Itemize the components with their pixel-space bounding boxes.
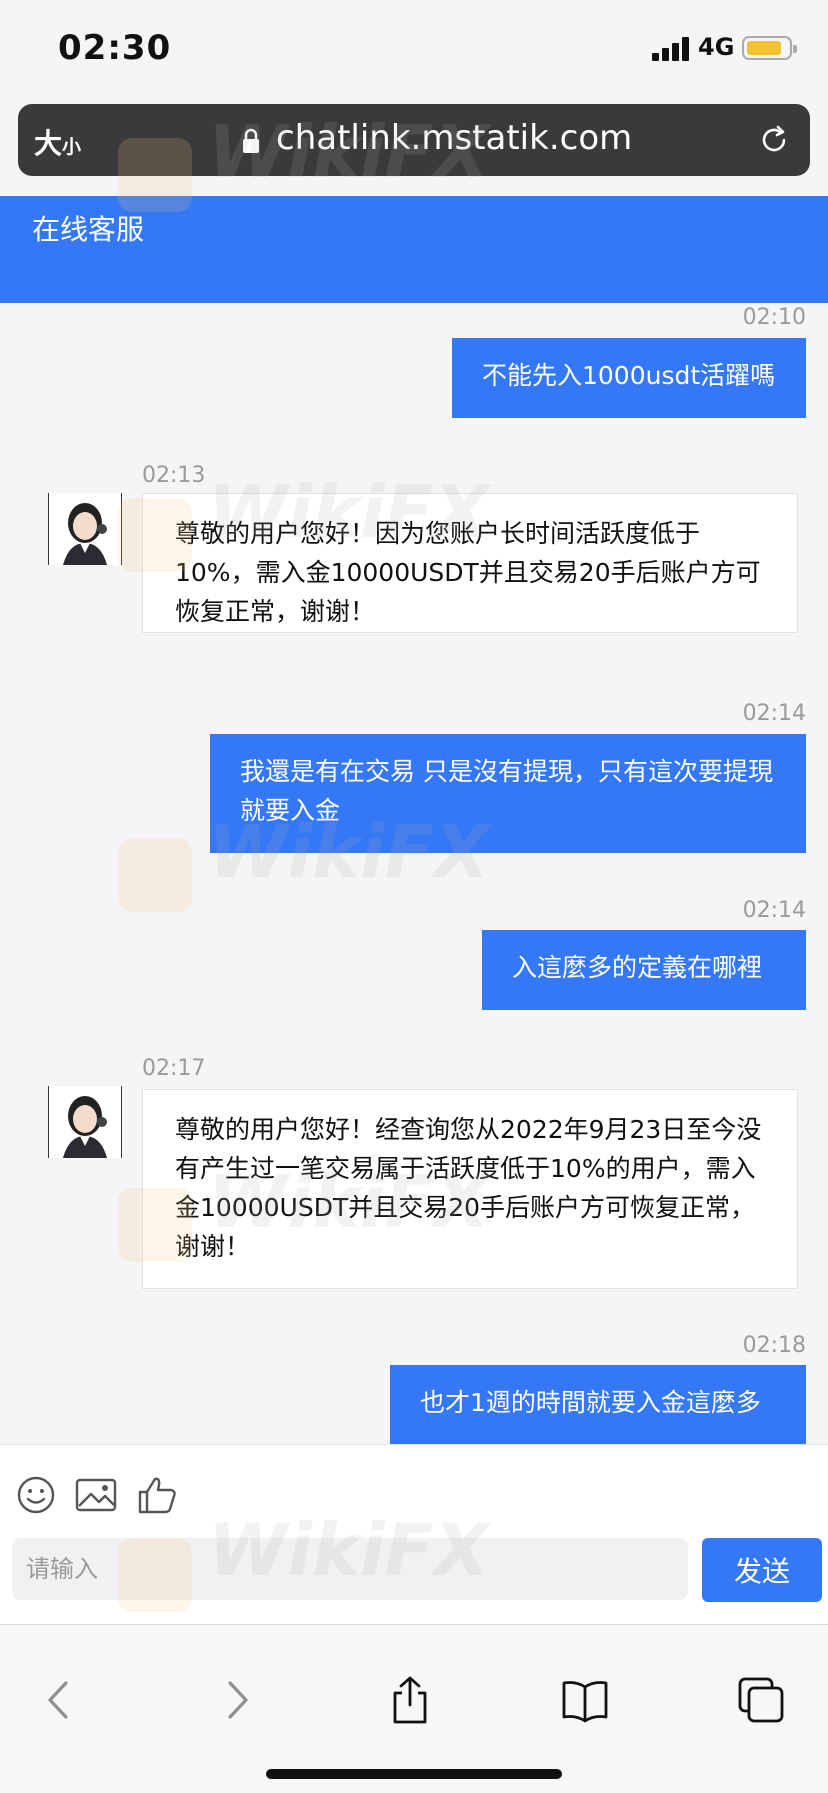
message-time: 02:14 xyxy=(742,898,806,923)
status-bar: 02:30 4G xyxy=(0,0,828,100)
outgoing-message: 也才1週的時間就要入金這麼多 xyxy=(390,1365,806,1444)
share-icon[interactable] xyxy=(385,1675,435,1725)
emoji-icon[interactable] xyxy=(14,1475,58,1515)
back-icon[interactable] xyxy=(34,1675,84,1725)
reload-icon[interactable] xyxy=(756,122,792,158)
agent-avatar-image xyxy=(63,1096,107,1158)
message-time: 02:18 xyxy=(742,1333,806,1358)
url-text[interactable]: chatlink.mstatik.com xyxy=(276,118,632,158)
tabs-icon[interactable] xyxy=(736,1675,786,1725)
composer: 发送 xyxy=(0,1444,828,1625)
message-time: 02:10 xyxy=(742,305,806,330)
incoming-message: 尊敬的用户您好！因为您账户长时间活跃度低于10%，需入金10000USDT并且交… xyxy=(142,493,798,633)
text-size-button[interactable]: 大小 xyxy=(34,122,81,162)
lock-icon xyxy=(243,128,259,153)
bookmarks-icon[interactable] xyxy=(560,1675,610,1725)
outgoing-message: 我還是有在交易 只是沒有提現，只有這次要提現就要入金 xyxy=(210,734,806,853)
message-time: 02:14 xyxy=(742,701,806,726)
outgoing-message: 入這麼多的定義在哪裡 xyxy=(482,930,806,1010)
message-time: 02:13 xyxy=(142,463,206,488)
incoming-message: 尊敬的用户您好！经查询您从2022年9月23日至今没有产生过一笔交易属于活跃度低… xyxy=(142,1089,798,1289)
address-bar[interactable]: 大小 chatlink.mstatik.com xyxy=(18,104,810,176)
message-list[interactable]: 02:10 不能先入1000usdt活躍嗎 02:13 尊敬的用户您好！因为您账… xyxy=(0,303,828,1444)
message-input[interactable] xyxy=(12,1538,688,1600)
agent-avatar xyxy=(48,1086,122,1158)
send-button[interactable]: 发送 xyxy=(702,1538,822,1602)
browser-toolbar xyxy=(0,1624,828,1793)
agent-avatar xyxy=(48,493,122,565)
agent-avatar-image xyxy=(63,503,107,565)
status-time: 02:30 xyxy=(58,28,172,68)
home-indicator xyxy=(266,1769,562,1779)
message-time: 02:17 xyxy=(142,1056,206,1081)
chat-title: 在线客服 xyxy=(32,213,145,246)
forward-icon[interactable] xyxy=(212,1675,262,1725)
thumbs-up-icon[interactable] xyxy=(136,1475,180,1515)
network-label: 4G xyxy=(698,33,735,61)
image-icon[interactable] xyxy=(74,1475,118,1515)
battery-icon xyxy=(742,36,797,60)
chat-header: 在线客服 xyxy=(0,196,828,303)
outgoing-message: 不能先入1000usdt活躍嗎 xyxy=(452,338,806,418)
signal-icon xyxy=(652,37,690,61)
